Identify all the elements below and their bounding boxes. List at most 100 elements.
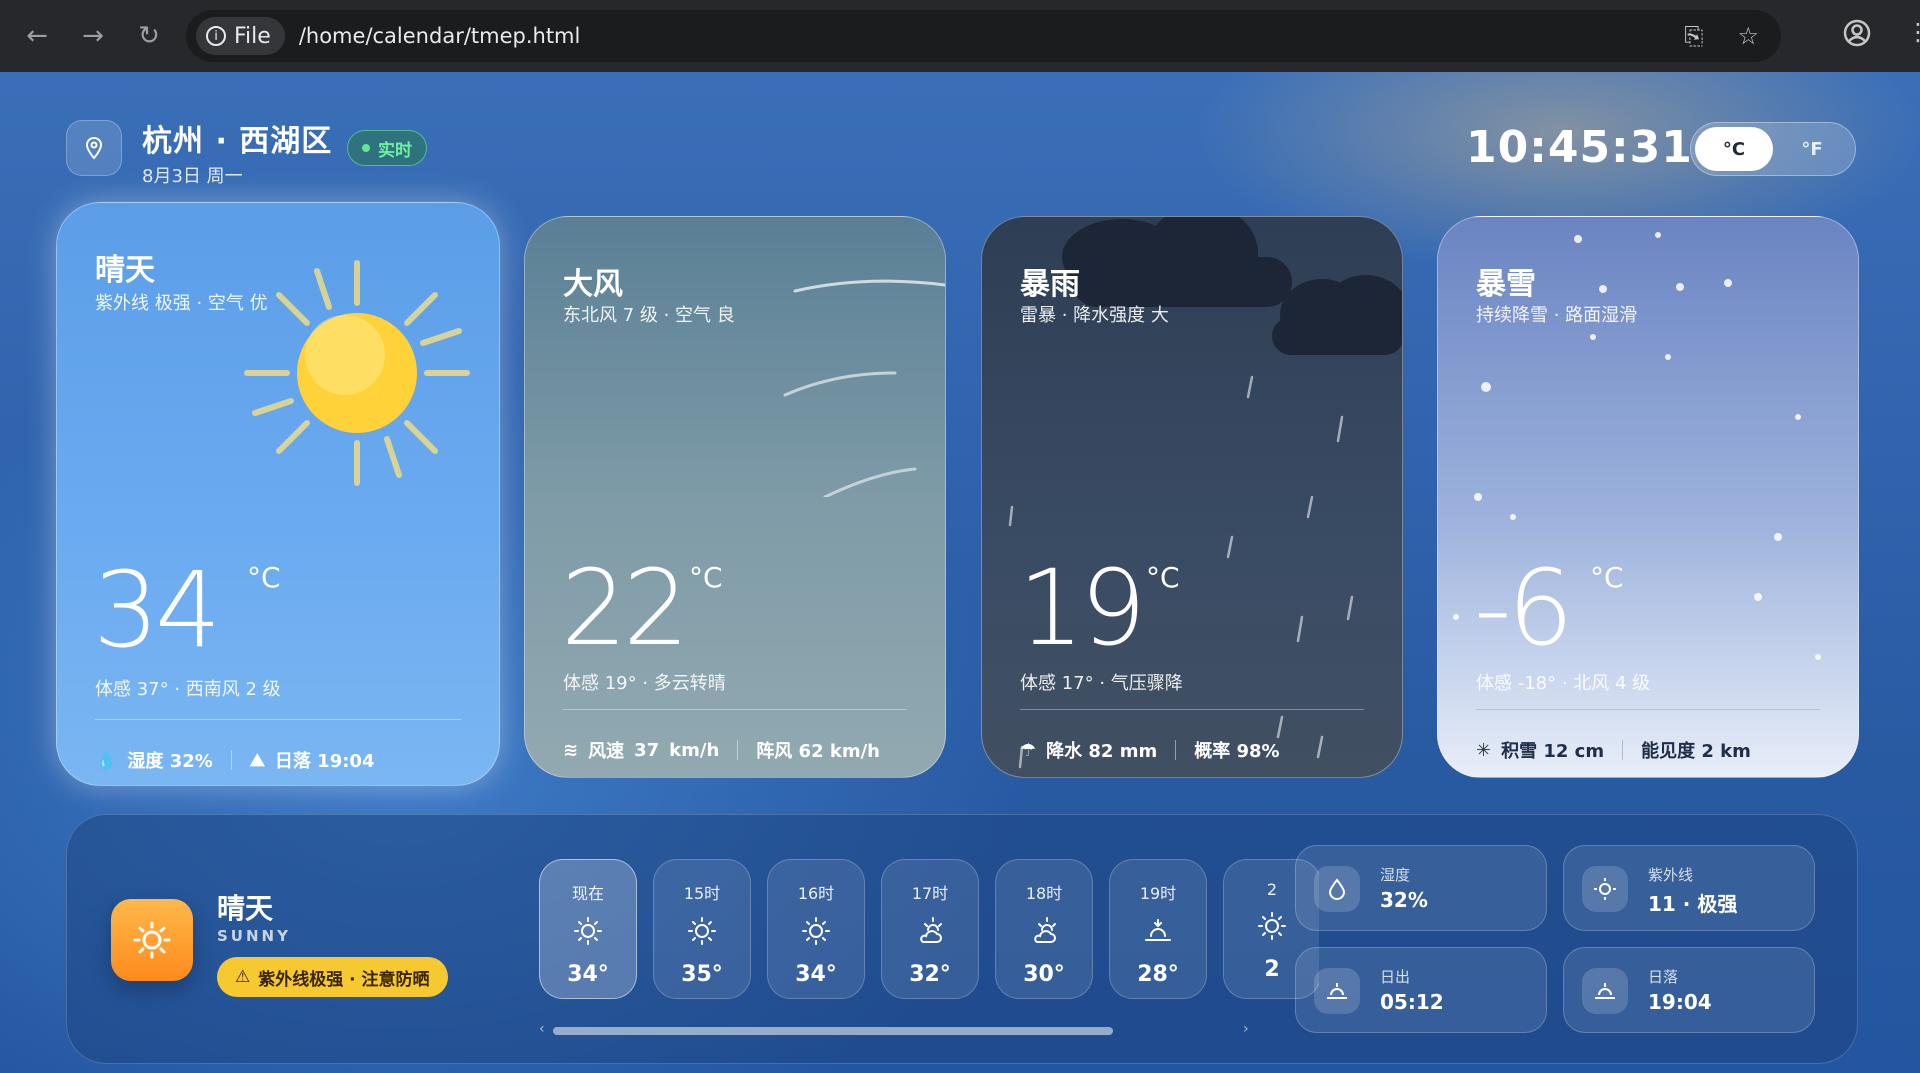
partly-cloudy-icon: [915, 914, 945, 948]
unit-celsius-button[interactable]: °C: [1695, 127, 1773, 171]
live-dot-icon: [362, 144, 370, 152]
stat-label: 紫外线: [1648, 866, 1694, 884]
stat-humidity: 湿度 32%: [1295, 845, 1547, 931]
sunset-icon: [1143, 914, 1173, 948]
profile-icon[interactable]: [1842, 18, 1876, 52]
scroll-right-icon[interactable]: ›: [1243, 1021, 1249, 1037]
unit-fahrenheit-button[interactable]: °F: [1773, 127, 1851, 171]
hour-label: 15时: [683, 884, 721, 903]
card-snow[interactable]: 暴雪 持续降雪 · 路面湿滑 -6 °C 体感 -18° · 北风 4 级 ✳ …: [1437, 216, 1859, 778]
temperature-unit: °C: [247, 561, 281, 594]
hour-temp: 34°: [795, 962, 837, 987]
reload-button[interactable]: ↻: [130, 17, 168, 55]
droplet-icon: [1314, 866, 1360, 912]
card-rain[interactable]: 暴雨 雷暴 · 降水强度 大 19 °C 体感 17° · 气压骤降 ☂ 降水 …: [981, 216, 1403, 778]
stat-label: 湿度: [1380, 866, 1411, 884]
translate-icon[interactable]: ⎘: [1684, 22, 1703, 50]
card-footer: 💧 湿度 32% ⛰ 日落 19:04: [95, 747, 374, 773]
url-text[interactable]: /home/calendar/tmep.html: [299, 24, 581, 48]
hour-temp: 35°: [681, 962, 723, 987]
weather-page: 杭州 · 西湖区 8月3日 周一 实时 10:45:31 °C °F 晴天 紫外…: [0, 72, 1920, 1073]
hour-label: 19时: [1139, 884, 1177, 903]
current-condition-title: 晴天: [217, 892, 274, 925]
temperature-value: 34: [93, 549, 221, 671]
snowflake-icon: ✳: [1476, 739, 1492, 761]
probability-text: 概率 98%: [1194, 741, 1280, 762]
sunset-icon: [1582, 968, 1628, 1014]
info-icon: i: [206, 26, 226, 46]
hour-temp: 30°: [1023, 962, 1065, 987]
temperature-unit: °C: [689, 561, 723, 594]
card-footer: ✳ 积雪 12 cm 能见度 2 km: [1476, 737, 1751, 763]
current-condition-subtitle: SUNNY: [217, 927, 291, 945]
hourly-item[interactable]: 18时 30°: [995, 859, 1093, 999]
bookmark-star-icon[interactable]: ☆: [1737, 22, 1759, 50]
hourly-item[interactable]: 16时 34°: [767, 859, 865, 999]
stat-label: 日落: [1648, 968, 1679, 986]
current-date: 8月3日 周一: [142, 166, 243, 187]
feels-like: 体感 17° · 气压骤降: [1020, 673, 1183, 694]
card-subtitle: 持续降雪 · 路面湿滑: [1476, 305, 1638, 326]
stat-sunrise: 日出 05:12: [1295, 947, 1547, 1033]
hourly-item[interactable]: 现在 34°: [539, 859, 637, 999]
card-title: 晴天: [95, 253, 155, 288]
temperature-unit: °C: [1590, 561, 1624, 594]
forecast-panel: 晴天 SUNNY ⚠ 紫外线极强 · 注意防晒 现在 34° 15时 35° 16时 34…: [66, 814, 1858, 1064]
hour-label: 17时: [911, 884, 949, 903]
hour-temp: 34°: [567, 962, 609, 987]
stat-value: 05:12: [1380, 990, 1444, 1014]
temperature-value: 19: [1018, 547, 1146, 669]
humidity-text: 湿度 32%: [127, 751, 213, 772]
wind-streaks-icon: [783, 279, 945, 497]
card-title: 暴雪: [1476, 267, 1536, 302]
hour-label: 18时: [1025, 884, 1063, 903]
sun-icon: [1582, 866, 1628, 912]
storm-cloud-icon: [1062, 217, 1402, 355]
stat-value: 11 · 极强: [1648, 892, 1738, 916]
sun-illustration-icon: [244, 260, 470, 486]
sun-icon: [801, 914, 831, 948]
temperature-unit: °C: [1146, 561, 1180, 594]
site-info-label: File: [234, 23, 271, 49]
wind-speed-unit: km/h: [669, 739, 720, 761]
back-button[interactable]: ←: [18, 17, 56, 55]
feels-like: 体感 19° · 多云转晴: [563, 673, 726, 694]
address-bar[interactable]: i File /home/calendar/tmep.html ⎘ ☆: [186, 10, 1781, 62]
hourly-forecast[interactable]: 现在 34° 15时 35° 16时 34° 17时 32° 18时 30° 19时 28° 2 2: [539, 859, 1319, 1009]
divider: [230, 750, 232, 770]
sun-icon: [111, 899, 193, 981]
card-subtitle: 雷暴 · 降水强度 大: [1020, 305, 1169, 326]
card-footer: ☂ 降水 82 mm 概率 98%: [1020, 737, 1280, 763]
forward-button[interactable]: →: [74, 17, 112, 55]
hourly-item[interactable]: 17时 32°: [881, 859, 979, 999]
hour-label: 16时: [797, 884, 835, 903]
precipitation-text: 降水 82 mm: [1046, 741, 1158, 762]
browser-toolbar: ← → ↻ i File /home/calendar/tmep.html ⎘ …: [0, 0, 1920, 72]
card-title: 暴雨: [1020, 267, 1080, 302]
site-info-chip[interactable]: i File: [196, 17, 285, 55]
hourly-item[interactable]: 15时 35°: [653, 859, 751, 999]
unit-toggle[interactable]: °C °F: [1690, 122, 1856, 176]
visibility-text: 能见度 2 km: [1641, 741, 1751, 762]
wind-icon: ≋: [563, 739, 579, 761]
wind-speed-value: 37: [634, 739, 660, 761]
card-windy[interactable]: 大风 东北风 7 级 · 空气 良 22 °C 体感 19° · 多云转晴 ≋ …: [524, 216, 946, 778]
card-subtitle: 东北风 7 级 · 空气 良: [563, 305, 735, 326]
sunset-text: 日落 19:04: [274, 751, 375, 772]
clock: 10:45:31: [1466, 122, 1693, 173]
partly-cloudy-icon: [1029, 914, 1059, 948]
card-sunny[interactable]: 晴天 紫外线 极强 · 空气 优 34 °C 体感 37° · 西南风 2 级 …: [56, 202, 500, 786]
uv-warning-text: 紫外线极强 · 注意防晒: [258, 969, 430, 990]
scroll-left-icon[interactable]: ‹: [539, 1021, 545, 1037]
temperature-value: 22: [561, 547, 689, 669]
hourly-item[interactable]: 19时 28°: [1109, 859, 1207, 999]
feels-like: 体感 37° · 西南风 2 级: [95, 679, 281, 700]
location-pin-icon[interactable]: [66, 120, 122, 176]
divider: [1622, 740, 1624, 760]
hour-label: 现在: [571, 884, 604, 903]
sun-icon: [687, 914, 717, 948]
scrollbar-thumb[interactable]: [553, 1027, 1113, 1035]
card-title: 大风: [563, 267, 623, 302]
hourly-scrollbar[interactable]: [553, 1027, 1113, 1035]
menu-icon[interactable]: ⋮: [1906, 18, 1920, 46]
